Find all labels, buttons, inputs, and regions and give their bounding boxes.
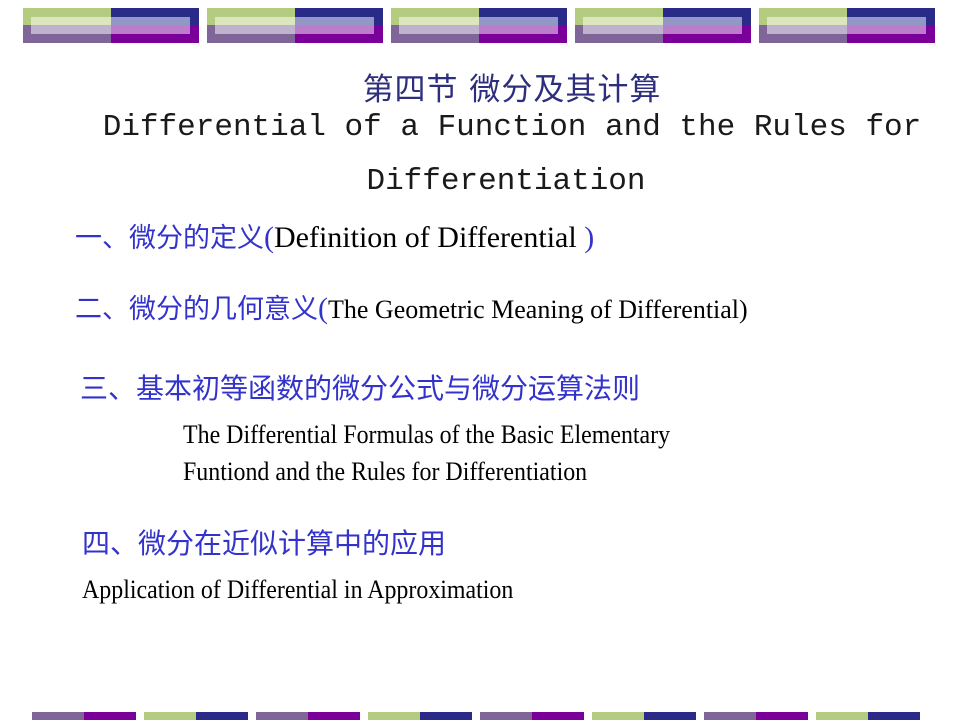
footer-bar xyxy=(420,712,472,720)
footer-bar xyxy=(308,712,360,720)
section-number: 二、 xyxy=(75,294,129,325)
footer-bar xyxy=(32,712,84,720)
section-title-cn: 微分的定义 xyxy=(129,223,264,254)
header-block xyxy=(23,8,199,43)
footer-bar xyxy=(644,712,696,720)
footer-bar xyxy=(532,712,584,720)
header-block xyxy=(575,8,751,43)
open-paren: ( xyxy=(318,292,328,325)
footer-bar xyxy=(144,712,196,720)
section-subtitle-en-line2: Funtiond and the Rules for Differentiati… xyxy=(183,457,588,486)
section-title-en: The Geometric Meaning of Differential) xyxy=(328,295,748,324)
section-title-en: Definition of Differential xyxy=(274,221,585,254)
footer-bar xyxy=(368,712,420,720)
footer-bar xyxy=(480,712,532,720)
footer-bar xyxy=(704,712,756,720)
header-block xyxy=(391,8,567,43)
section-number: 四、 xyxy=(82,527,139,560)
close-paren: ) xyxy=(584,221,595,254)
footer-bar xyxy=(256,712,308,720)
slide-title-chinese: 第四节 微分及其计算 xyxy=(362,72,662,108)
section-definition: 一、微分的定义(Definition of Differential ) xyxy=(75,216,594,255)
section-number: 一、 xyxy=(75,223,129,254)
slide-title-english-line2: Differentiation xyxy=(366,164,646,199)
section-subtitle-en: Application of Differential in Approxima… xyxy=(82,575,514,604)
section-approximation: 四、微分在近似计算中的应用 xyxy=(82,522,446,562)
footer-bar xyxy=(868,712,920,720)
section-title-cn: 微分在近似计算中的应用 xyxy=(138,527,447,560)
section-number: 三、 xyxy=(80,372,137,405)
header-block xyxy=(759,8,935,43)
footer-bar xyxy=(84,712,136,720)
footer-bar xyxy=(816,712,868,720)
section-title-cn: 基本初等函数的微分公式与微分运算法则 xyxy=(136,372,641,405)
open-paren: ( xyxy=(264,221,274,254)
footer-bar xyxy=(592,712,644,720)
header-block xyxy=(207,8,383,43)
footer-bar xyxy=(196,712,248,720)
section-formulas-and-rules: 三、基本初等函数的微分公式与微分运算法则 xyxy=(80,367,640,407)
footer-bar xyxy=(756,712,808,720)
slide-title-english-line1: Differential of a Function and the Rules… xyxy=(102,110,922,145)
section-title-cn: 微分的几何意义 xyxy=(129,294,318,325)
section-geometric-meaning: 二、微分的几何意义(The Geometric Meaning of Diffe… xyxy=(75,287,748,326)
section-subtitle-en-line1: The Differential Formulas of the Basic E… xyxy=(183,420,671,449)
